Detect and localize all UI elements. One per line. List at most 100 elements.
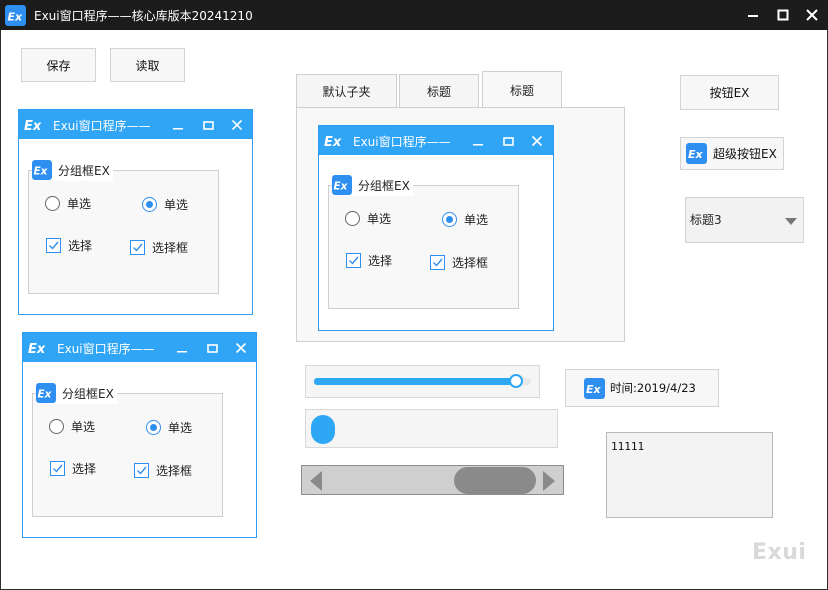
- exui-logo-icon: Ex: [23, 115, 47, 138]
- radio-option-2[interactable]: 单选: [146, 419, 192, 436]
- minimize-icon[interactable]: [175, 341, 189, 355]
- minimize-icon[interactable]: [471, 134, 485, 148]
- radio-button-selected[interactable]: [142, 197, 157, 212]
- svg-text:Ex: Ex: [28, 342, 46, 357]
- exui-logo-icon: Ex: [584, 377, 605, 399]
- group-box-label: 分组框EX: [358, 178, 410, 193]
- close-icon[interactable]: [230, 118, 244, 132]
- memo-content: 11111: [611, 440, 645, 453]
- checkbox-label: 选择: [68, 239, 93, 253]
- save-button[interactable]: 保存: [21, 48, 96, 82]
- svg-text:Ex: Ex: [8, 11, 24, 24]
- slider[interactable]: [305, 365, 540, 398]
- group-box: Ex 分组框EX 单选 单选 选择 选择框: [328, 174, 519, 309]
- sub-window-title-bar[interactable]: Ex Exui窗口程序——: [19, 110, 252, 139]
- super-button-label: 超级按钮EX: [713, 147, 777, 161]
- read-button[interactable]: 读取: [110, 48, 185, 82]
- radio-button[interactable]: [45, 196, 60, 211]
- checkbox-checked[interactable]: [130, 240, 145, 255]
- tab-title-2[interactable]: 标题: [482, 71, 562, 108]
- title-combo-box[interactable]: 标题3: [685, 197, 804, 243]
- checkbox-checked[interactable]: [50, 461, 65, 476]
- radio-label: 单选: [71, 420, 96, 434]
- checkbox-1[interactable]: 选择: [46, 237, 92, 254]
- checkbox-checked[interactable]: [346, 253, 361, 268]
- checkbox-label: 选择框: [152, 241, 189, 255]
- text-memo[interactable]: 11111: [606, 432, 773, 518]
- switch-knob[interactable]: [311, 415, 335, 444]
- svg-text:Ex: Ex: [38, 389, 53, 401]
- exui-logo-icon: Ex: [686, 143, 707, 164]
- super-button-ex[interactable]: Ex 超级按钮EX: [680, 137, 784, 170]
- radio-button-selected[interactable]: [442, 212, 457, 227]
- group-box: Ex 分组框EX 单选 单选 选择 选择框: [32, 382, 223, 517]
- scroll-right-arrow-icon[interactable]: [542, 471, 556, 494]
- exui-logo-icon: Ex: [332, 175, 352, 195]
- checkbox-1[interactable]: 选择: [50, 460, 96, 477]
- radio-label: 单选: [164, 198, 189, 212]
- app-logo-icon: Ex: [5, 5, 26, 26]
- sub-window-1[interactable]: Ex Exui窗口程序—— Ex 分组框EX 单选 单选 选择 选择框: [18, 109, 253, 315]
- slider-track[interactable]: [314, 378, 531, 385]
- radio-label: 单选: [67, 197, 92, 211]
- minimize-icon[interactable]: [745, 7, 761, 23]
- checkbox-checked[interactable]: [430, 255, 445, 270]
- close-icon[interactable]: [804, 7, 820, 23]
- checkbox-2[interactable]: 选择框: [430, 254, 488, 271]
- exui-logo-icon: Ex: [36, 383, 56, 403]
- group-box-label: 分组框EX: [62, 386, 114, 401]
- maximize-icon[interactable]: [201, 118, 215, 132]
- switch-box[interactable]: [305, 409, 558, 448]
- radio-option-2[interactable]: 单选: [142, 196, 188, 213]
- tab-title-1[interactable]: 标题: [399, 74, 479, 108]
- sub-window-title: Exui窗口程序——: [57, 342, 155, 356]
- exui-logo-icon: Ex: [27, 338, 51, 361]
- horizontal-scrollbar[interactable]: [301, 465, 564, 495]
- checkbox-label: 选择: [72, 462, 97, 476]
- main-title-bar[interactable]: Ex Exui窗口程序——核心库版本20241210: [0, 0, 828, 30]
- radio-label: 单选: [367, 212, 392, 226]
- sub-window-2[interactable]: Ex Exui窗口程序—— Ex 分组框EX 单选 单选 选择 选择框: [22, 332, 257, 538]
- radio-option-1[interactable]: 单选: [345, 210, 391, 227]
- time-text: 时间:2019/4/23: [610, 381, 696, 395]
- radio-option-1[interactable]: 单选: [45, 195, 91, 212]
- maximize-icon[interactable]: [205, 341, 219, 355]
- group-box-caption: Ex 分组框EX: [36, 382, 117, 404]
- sub-window-title: Exui窗口程序——: [53, 119, 151, 133]
- tab-default[interactable]: 默认子夹: [296, 74, 397, 108]
- maximize-icon[interactable]: [501, 134, 515, 148]
- checkbox-checked[interactable]: [134, 463, 149, 478]
- window-title: Exui窗口程序——核心库版本20241210: [34, 9, 253, 23]
- sub-window-3[interactable]: Ex Exui窗口程序—— Ex 分组框EX 单选 单选 选择 选择框: [318, 125, 554, 331]
- sub-window-title-bar[interactable]: Ex Exui窗口程序——: [23, 333, 256, 362]
- radio-label: 单选: [168, 421, 193, 435]
- checkbox-1[interactable]: 选择: [346, 252, 392, 269]
- svg-text:Ex: Ex: [688, 148, 704, 161]
- exui-watermark: Exui: [752, 540, 807, 565]
- radio-option-1[interactable]: 单选: [49, 418, 95, 435]
- checkbox-checked[interactable]: [46, 238, 61, 253]
- svg-text:Ex: Ex: [34, 166, 49, 178]
- slider-fill: [314, 378, 516, 385]
- exui-logo-icon: Ex: [32, 160, 52, 180]
- sub-window-title-bar[interactable]: Ex Exui窗口程序——: [319, 126, 553, 155]
- checkbox-2[interactable]: 选择框: [134, 462, 192, 479]
- scroll-thumb[interactable]: [454, 467, 536, 494]
- close-icon[interactable]: [530, 134, 544, 148]
- minimize-icon[interactable]: [171, 118, 185, 132]
- svg-text:Ex: Ex: [24, 119, 42, 134]
- checkbox-2[interactable]: 选择框: [130, 239, 188, 256]
- dropdown-arrow-icon[interactable]: [785, 215, 797, 229]
- combo-value: 标题3: [690, 213, 722, 227]
- checkbox-label: 选择框: [452, 256, 489, 270]
- maximize-icon[interactable]: [775, 7, 791, 23]
- button-ex[interactable]: 按钮EX: [680, 75, 779, 110]
- scroll-left-arrow-icon[interactable]: [309, 471, 323, 494]
- radio-option-2[interactable]: 单选: [442, 211, 488, 228]
- group-box-caption: Ex 分组框EX: [332, 174, 413, 196]
- radio-button[interactable]: [49, 419, 64, 434]
- radio-button-selected[interactable]: [146, 420, 161, 435]
- close-icon[interactable]: [234, 341, 248, 355]
- radio-button[interactable]: [345, 211, 360, 226]
- slider-thumb[interactable]: [508, 374, 523, 388]
